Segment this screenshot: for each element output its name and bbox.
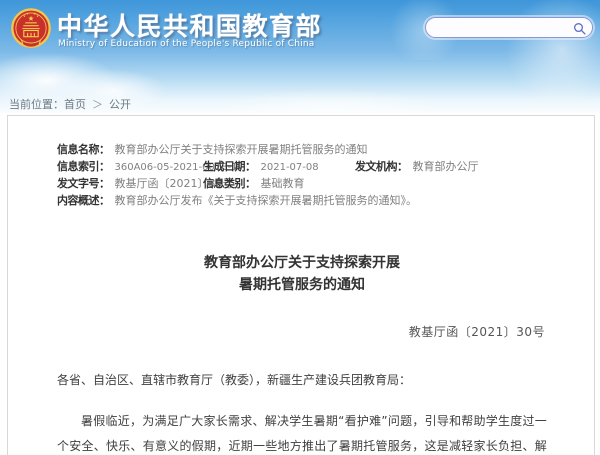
meta-label-info-index: 信息索引： bbox=[57, 160, 110, 173]
search-box[interactable] bbox=[425, 17, 593, 38]
meta-label-info-category: 信息类别： bbox=[203, 177, 256, 190]
content-panel: 信息名称： 教育部办公厅关于支持探索开展暑期托管服务的通知 信息索引：360A06… bbox=[7, 115, 595, 455]
document-title-line2: 暑期托管服务的通知 bbox=[239, 277, 365, 293]
meta-label-gen-date: 生成日期： bbox=[203, 160, 256, 173]
meta-value-gen-date: 2021-07-08 bbox=[261, 162, 319, 173]
document-title-line1: 教育部办公厅关于支持探索开展 bbox=[204, 255, 400, 271]
search-input[interactable] bbox=[436, 19, 568, 36]
salutation: 各省、自治区、直辖市教育厅（教委），新疆生产建设兵团教育局： bbox=[57, 371, 547, 388]
meta-row-name: 信息名称： 教育部办公厅关于支持探索开展暑期托管服务的通知 bbox=[57, 143, 547, 160]
search-icon[interactable] bbox=[573, 21, 587, 35]
document-title: 教育部办公厅关于支持探索开展 暑期托管服务的通知 bbox=[57, 252, 547, 296]
meta-value-info-name: 教育部办公厅关于支持探索开展暑期托管服务的通知 bbox=[115, 143, 368, 156]
meta-label-summary: 内容概述： bbox=[57, 194, 110, 207]
page: 中华人民共和国教育部 Ministry of Education of the … bbox=[0, 0, 600, 455]
breadcrumb-separator: ＞ bbox=[92, 98, 103, 111]
national-emblem-icon[interactable] bbox=[8, 7, 54, 55]
site-subtitle: Ministry of Education of the People's Re… bbox=[58, 39, 314, 49]
meta-value-summary: 教育部办公厅发布《关于支持探索开展暑期托管服务的通知》。 bbox=[115, 194, 418, 207]
body-paragraph: 暑假临近，为满足广大家长需求、解决学生暑期“看护难”问题，引导和帮助学生度过一个… bbox=[57, 409, 547, 455]
breadcrumb-home-link[interactable]: 首页 bbox=[64, 98, 86, 111]
meta-label-issuing-agency: 发文机构： bbox=[355, 160, 408, 173]
site-header: 中华人民共和国教育部 Ministry of Education of the … bbox=[0, 0, 600, 113]
meta-label-doc-number: 发文字号： bbox=[57, 177, 110, 190]
meta-label-info-name: 信息名称： bbox=[57, 143, 110, 156]
site-title[interactable]: 中华人民共和国教育部 bbox=[57, 7, 322, 43]
meta-row-summary: 内容概述： 教育部办公厅发布《关于支持探索开展暑期托管服务的通知》。 bbox=[57, 194, 547, 211]
document-number: 教基厅函〔2021〕30号 bbox=[57, 323, 547, 340]
meta-value-issuing-agency: 教育部办公厅 bbox=[413, 160, 479, 173]
breadcrumb-gongkai-link[interactable]: 公开 bbox=[109, 98, 131, 111]
dandelion-decoration bbox=[490, 0, 600, 100]
meta-value-info-category: 基础教育 bbox=[261, 177, 305, 190]
meta-row-index-date-agency: 信息索引：360A06-05-2021-0018-1 生成日期：2021-07-… bbox=[57, 160, 547, 177]
breadcrumb: 当前位置：首页 ＞ 公开 bbox=[9, 96, 131, 112]
document-meta: 信息名称： 教育部办公厅关于支持探索开展暑期托管服务的通知 信息索引：360A06… bbox=[57, 143, 547, 211]
breadcrumb-prefix: 当前位置： bbox=[9, 98, 64, 111]
cloud-decoration bbox=[180, 70, 480, 113]
meta-row-docnum-category: 发文字号：教基厅函〔2021〕30号 信息类别：基础教育 bbox=[57, 177, 547, 194]
